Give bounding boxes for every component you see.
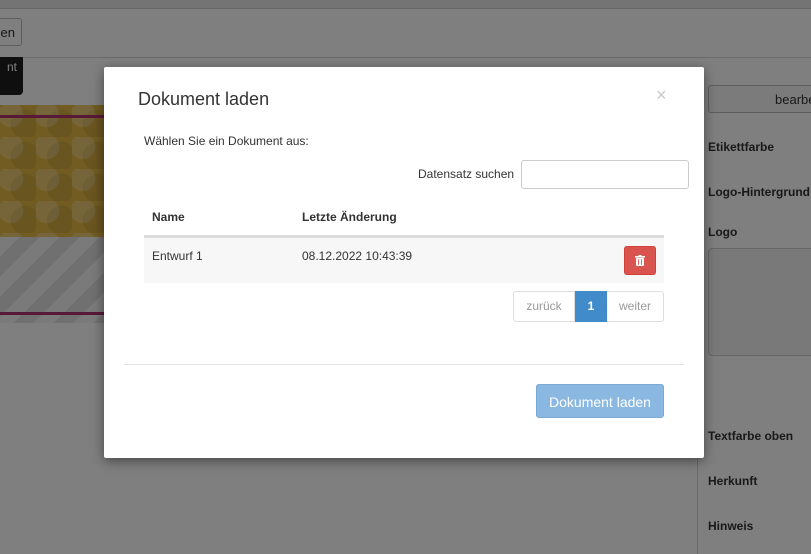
dialog-intro-text: Wählen Sie ein Dokument aus: <box>144 134 309 148</box>
pagination-next[interactable]: weiter <box>607 291 664 322</box>
trash-icon <box>635 255 645 266</box>
pagination-prev[interactable]: zurück <box>513 291 575 322</box>
dialog-footer-divider <box>124 364 684 365</box>
dialog-title: Dokument laden <box>138 89 270 109</box>
table-row[interactable]: Entwurf 1 08.12.2022 10:43:39 <box>144 238 664 283</box>
search-input[interactable] <box>521 160 689 189</box>
pagination: zurück 1 weiter <box>513 291 664 322</box>
load-document-dialog: Dokument laden × Wählen Sie ein Dokument… <box>104 67 704 458</box>
column-header-modified[interactable]: Letzte Änderung <box>302 210 397 224</box>
document-name: Entwurf 1 <box>152 249 203 263</box>
document-modified: 08.12.2022 10:43:39 <box>302 249 413 263</box>
table-header: Name Letzte Änderung <box>144 203 664 238</box>
delete-document-button[interactable] <box>624 246 656 275</box>
column-header-name[interactable]: Name <box>152 210 185 224</box>
load-document-button[interactable]: Dokument laden <box>536 384 664 418</box>
search-label: Datensatz suchen <box>418 167 515 181</box>
close-icon[interactable]: × <box>656 85 667 105</box>
pagination-current-page[interactable]: 1 <box>575 291 607 322</box>
documents-table: Name Letzte Änderung Entwurf 1 08.12.202… <box>144 203 664 283</box>
